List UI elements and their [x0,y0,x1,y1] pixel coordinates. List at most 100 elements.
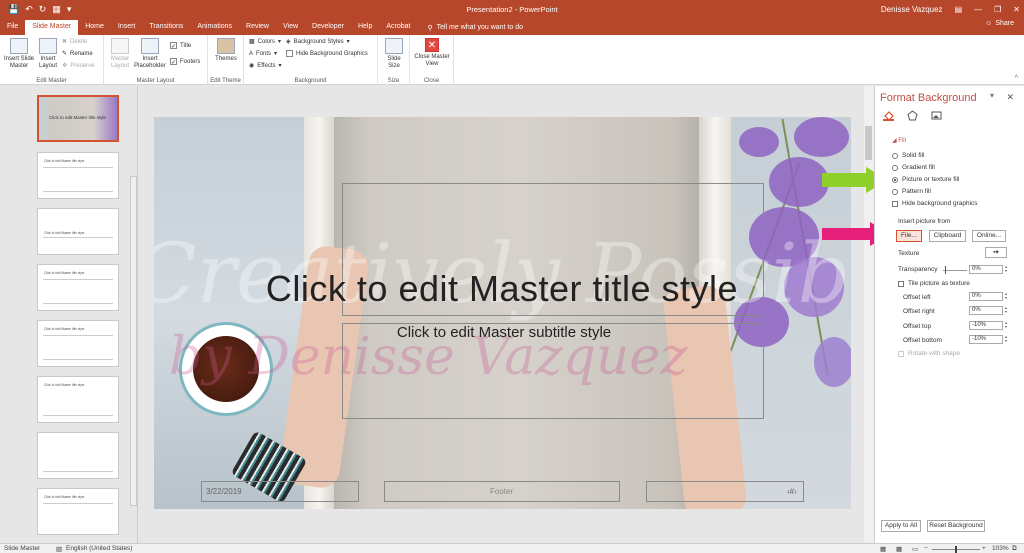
pane-close-icon[interactable]: ✕ [1006,92,1014,103]
thumbnail-layout[interactable]: Click to edit Master title style [37,376,119,423]
picture-icon[interactable] [931,110,942,121]
status-language[interactable]: English (United States) [66,545,132,552]
insert-slide-master-button[interactable]: Insert Slide Master [3,38,35,70]
rename-button[interactable]: ✎ Rename [62,50,93,58]
zoom-slider-thumb[interactable] [955,546,957,553]
tab-insert[interactable]: Insert [111,20,143,35]
file-button[interactable]: File... [896,230,922,242]
format-background-pane: Format Background ▾ ✕ ◢ Fill Solid fill … [874,86,1024,543]
insert-placeholder-button[interactable]: Insert Placeholder [132,38,168,70]
effects-dropdown[interactable]: ◉ Effects ▾ [249,62,282,70]
slider-thumb[interactable] [945,266,946,274]
fill-section-header[interactable]: ◢ Fill [892,137,906,144]
zoom-in-icon[interactable]: + [982,545,986,552]
colors-dropdown[interactable]: ▩ Colors ▾ [249,38,281,46]
save-icon[interactable]: 💾 [8,4,19,15]
offset-bottom-input[interactable]: -10% [969,335,1003,344]
thumbnail-layout[interactable]: Click to edit Master title style [37,152,119,199]
delete-button[interactable]: ✖ Delete [62,38,87,46]
thumbnail-layout[interactable]: Click to edit Master title style [37,264,119,311]
spin-arrows-icon[interactable]: ▴ ▾ [1003,265,1009,274]
tab-developer[interactable]: Developer [305,20,351,35]
slide-sorter-icon[interactable]: ▩ [896,545,902,553]
tell-me-box[interactable]: ⚲ Tell me what you want to do [427,20,523,35]
close-icon[interactable]: ✕ [1013,5,1020,14]
fill-bucket-icon[interactable] [883,110,894,121]
radio-icon [892,188,898,195]
slide-scrollbar[interactable] [864,86,874,543]
rotate-with-shape-option[interactable]: Rotate with shape [898,350,960,357]
transparency-input[interactable]: 0% [969,265,1003,274]
offset-left-input[interactable]: 0% [969,292,1003,301]
tab-home[interactable]: Home [78,20,111,35]
slide-canvas[interactable]: Creatively Possible by Denisse Vazquez C… [154,117,851,509]
page-number-placeholder[interactable] [646,481,804,502]
scrollbar-thumb[interactable] [865,126,872,160]
ribbon-display-icon[interactable]: ▤ [955,5,963,14]
fit-slide-icon[interactable]: ⧉ [1012,545,1017,553]
pattern-fill-option[interactable]: Pattern fill [892,188,931,195]
hide-bg-graphics-option[interactable]: Hide background graphics [892,200,978,207]
background-styles-dropdown[interactable]: ◈ Background Styles ▾ [286,38,350,46]
proofing-icon[interactable]: ▧ [56,545,62,553]
apply-to-all-button[interactable]: Apply to All [881,520,921,532]
share-button[interactable]: ☺ Share [985,20,1014,27]
minimize-icon[interactable]: — [974,5,982,14]
themes-button[interactable]: Themes [213,38,239,63]
tab-animations[interactable]: Animations [190,20,239,35]
hide-background-graphics-checkbox[interactable]: Hide Background Graphics [286,50,368,57]
online-button[interactable]: Online... [972,230,1006,242]
reset-background-button[interactable]: Reset Background [927,520,985,532]
start-slideshow-icon[interactable]: ▦ [52,4,61,15]
texture-dropdown[interactable]: ▪▾ [985,247,1007,258]
tab-review[interactable]: Review [239,20,276,35]
user-name[interactable]: Denisse Vazquez [881,5,943,14]
footers-checkbox[interactable]: ✓ Footers [170,58,200,66]
thumbnail-layout[interactable]: Click to edit Master title style [37,488,119,535]
tab-file[interactable]: File [0,20,25,35]
preserve-button[interactable]: ❖ Preserve [62,62,94,70]
title-checkbox[interactable]: ✓ Title [170,42,191,50]
offset-top-input[interactable]: -10% [969,321,1003,330]
thumbnail-layout[interactable]: Click to edit Master title style [37,208,119,255]
solid-fill-option[interactable]: Solid fill [892,152,924,159]
slide-size-button[interactable]: Slide Size [381,38,407,70]
insert-layout-button[interactable]: Insert Layout [36,38,60,70]
transparency-slider[interactable] [943,270,967,271]
master-subtitle[interactable]: Click to edit Master subtitle style [314,324,694,341]
tab-transitions[interactable]: Transitions [142,20,190,35]
offset-right-input[interactable]: 0% [969,306,1003,315]
tile-picture-option[interactable]: Tile picture as texture [898,280,970,287]
tab-help[interactable]: Help [351,20,379,35]
clipboard-button[interactable]: Clipboard [929,230,966,242]
master-title[interactable]: Click to edit Master title style [242,268,762,310]
thumbnail-scrollbar[interactable] [130,176,137,506]
undo-icon[interactable]: ↶ [25,4,33,15]
tab-slide-master[interactable]: Slide Master [25,20,79,35]
thumbnail-master[interactable]: Click to edit Master title style [37,95,119,142]
spin-arrows-icon[interactable]: ▴ ▾ [1003,321,1009,330]
thumbnail-layout[interactable] [37,432,119,479]
zoom-out-icon[interactable]: − [924,545,928,552]
restore-icon[interactable]: ❐ [994,5,1001,14]
normal-view-icon[interactable]: ▦ [880,545,886,553]
spin-arrows-icon[interactable]: ▴ ▾ [1003,335,1009,344]
customize-qat-icon[interactable]: ▾ [67,4,72,15]
tab-acrobat[interactable]: Acrobat [379,20,417,35]
spin-arrows-icon[interactable]: ▴ ▾ [1003,306,1009,315]
zoom-level[interactable]: 103% [992,545,1009,552]
picture-fill-option[interactable]: Picture or texture fill [892,176,959,183]
collapse-ribbon-icon[interactable]: ^ [1015,75,1018,82]
thumbnail-layout[interactable]: Click to edit Master title style [37,320,119,367]
slideshow-view-icon[interactable]: ▭ [912,545,918,553]
spin-arrows-icon[interactable]: ▴ ▾ [1003,292,1009,301]
master-layout-button[interactable]: Master Layout [107,38,133,70]
effects-pentagon-icon[interactable] [907,110,918,121]
fonts-dropdown[interactable]: A Fonts ▾ [249,50,277,58]
gradient-fill-option[interactable]: Gradient fill [892,164,935,171]
tab-view[interactable]: View [276,20,305,35]
pane-options-icon[interactable]: ▾ [990,91,994,100]
thumbnail-line [43,167,113,168]
redo-icon[interactable]: ↻ [39,4,47,15]
close-master-view-button[interactable]: ✕ Close Master View [413,38,451,68]
